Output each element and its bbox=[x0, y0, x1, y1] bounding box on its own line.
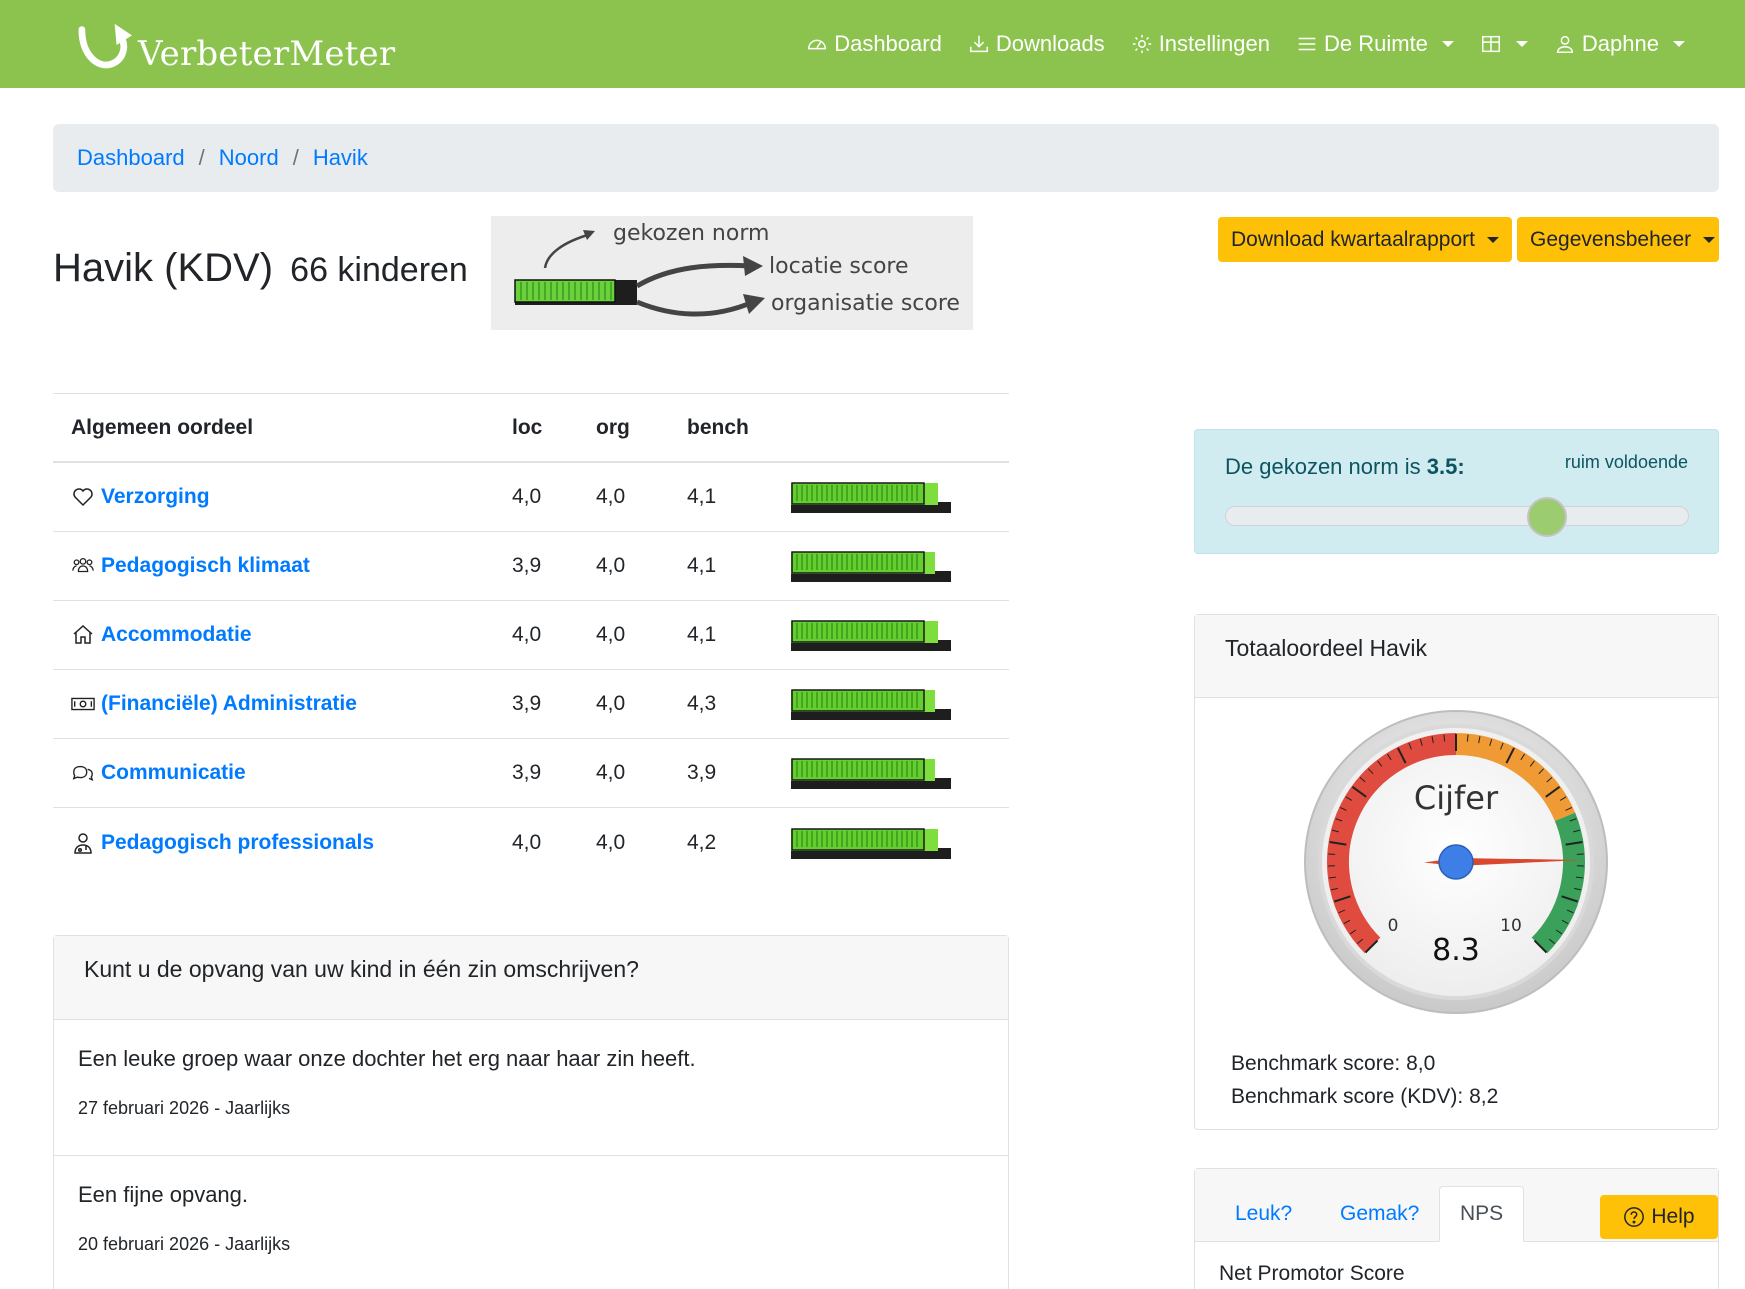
nav-grid-dropdown[interactable] bbox=[1480, 33, 1528, 55]
speedometer-icon bbox=[808, 39, 827, 50]
score-bar bbox=[791, 827, 991, 859]
score-bar bbox=[791, 619, 991, 651]
nav-dashboard[interactable]: Dashboard bbox=[806, 31, 942, 57]
category-link-accommodatie[interactable]: Accommodatie bbox=[101, 623, 252, 647]
chevron-down-icon bbox=[1441, 41, 1454, 47]
score-bar bbox=[791, 688, 991, 720]
score-bar bbox=[791, 550, 991, 582]
nav-settings[interactable]: Instellingen bbox=[1131, 31, 1270, 57]
category-link-verzorging[interactable]: Verzorging bbox=[101, 485, 210, 509]
score-bar bbox=[791, 757, 991, 789]
gauge-value: 8.3 bbox=[1432, 933, 1480, 968]
category-link-administratie[interactable]: (Financiële) Administratie bbox=[101, 692, 357, 716]
legend-norm: gekozen norm bbox=[613, 221, 769, 246]
nav-user-dropdown[interactable]: Daphne bbox=[1554, 31, 1685, 57]
grid-icon bbox=[1481, 35, 1500, 53]
table-row: Verzorging 4,0 4,0 4,1 bbox=[53, 463, 1009, 532]
category-link-pedagogisch-klimaat[interactable]: Pedagogisch klimaat bbox=[101, 554, 310, 578]
gauge-label: Cijfer bbox=[1414, 779, 1499, 817]
legend-location: locatie score bbox=[769, 254, 909, 279]
user-icon bbox=[1556, 35, 1573, 53]
open-question-card: Kunt u de opvang van uw kind in één zin … bbox=[53, 935, 1009, 1289]
brand-name: VerbeterMeter bbox=[138, 34, 396, 74]
breadcrumb-noord[interactable]: Noord bbox=[219, 145, 279, 171]
chevron-down-icon bbox=[1673, 41, 1685, 47]
score-gauge: Cijfer 0 10 8.3 bbox=[1304, 710, 1608, 1014]
house-icon bbox=[73, 624, 93, 644]
breadcrumb-havik[interactable]: Havik bbox=[313, 145, 368, 171]
benchmark-score: Benchmark score: 8,0 bbox=[1231, 1052, 1436, 1075]
category-link-pedagogisch-professionals[interactable]: Pedagogisch professionals bbox=[101, 831, 374, 855]
table-row: Communicatie 3,9 4,0 3,9 bbox=[53, 739, 1009, 808]
score-bar bbox=[791, 481, 991, 513]
tab-gemak[interactable]: Gemak? bbox=[1320, 1186, 1439, 1242]
children-count: 66 kinderen bbox=[290, 251, 468, 289]
benchmark-score-kdv: Benchmark score (KDV): 8,2 bbox=[1231, 1085, 1499, 1108]
answer-meta: 27 februari 2026 - Jaarlijks bbox=[78, 1098, 291, 1118]
nav-downloads[interactable]: Downloads bbox=[968, 31, 1105, 57]
help-button[interactable]: Help bbox=[1600, 1195, 1718, 1239]
benchmark-scores: Benchmark score: 8,0 Benchmark score (KD… bbox=[1231, 1047, 1498, 1113]
answer-text: Een leuke groep waar onze dochter het er… bbox=[78, 1046, 696, 1071]
score-legend-image: gekozen norm locatie score organisatie s… bbox=[491, 216, 973, 330]
tab-nps[interactable]: NPS bbox=[1439, 1186, 1525, 1242]
table-header: Algemeen oordeel loc org bench bbox=[53, 393, 1009, 463]
cash-icon bbox=[71, 697, 95, 711]
logo-icon bbox=[78, 23, 132, 69]
legend-organisation: organisatie score bbox=[771, 291, 960, 316]
nps-title: Net Promotor Score bbox=[1219, 1262, 1405, 1285]
download-report-button[interactable]: Download kwartaalrapport bbox=[1218, 217, 1512, 262]
people-icon bbox=[72, 557, 94, 573]
gauge-max: 10 bbox=[1500, 916, 1522, 936]
professional-icon bbox=[74, 832, 92, 854]
norm-slider[interactable] bbox=[1225, 497, 1689, 537]
heart-icon bbox=[73, 488, 93, 507]
chevron-down-icon bbox=[1703, 236, 1716, 243]
list-item: Een leuke groep waar onze dochter het er… bbox=[54, 1020, 1008, 1156]
download-icon bbox=[969, 35, 988, 53]
gauge-min: 0 bbox=[1388, 916, 1399, 936]
breadcrumb-dashboard[interactable]: Dashboard bbox=[77, 145, 185, 171]
brand-logo[interactable]: VerbeterMeter bbox=[76, 18, 395, 74]
tab-leuk[interactable]: Leuk? bbox=[1215, 1186, 1312, 1242]
norm-slider-handle[interactable] bbox=[1527, 497, 1568, 537]
list-item: Een fijne opvang. 20 februari 2026 - Jaa… bbox=[54, 1156, 1008, 1289]
navbar: VerbeterMeter Dashboard Downloads Instel… bbox=[0, 0, 1745, 88]
question-title: Kunt u de opvang van uw kind in één zin … bbox=[54, 936, 1008, 1020]
list-icon bbox=[1298, 37, 1316, 51]
chevron-down-icon bbox=[1515, 41, 1528, 47]
norm-selector: De gekozen norm is 3.5: ruim voldoende bbox=[1194, 429, 1719, 554]
norm-label: De gekozen norm is bbox=[1225, 454, 1421, 479]
total-score-card: Totaaloordeel Havik Cijfer 0 10 8.3 Benc… bbox=[1194, 614, 1719, 1130]
chat-icon bbox=[72, 765, 94, 781]
answer-meta: 20 februari 2026 - Jaarlijks bbox=[78, 1234, 291, 1254]
table-row: Pedagogisch klimaat 3,9 4,0 4,1 bbox=[53, 532, 1009, 601]
table-row: (Financiële) Administratie 3,9 4,0 4,3 bbox=[53, 670, 1009, 739]
chevron-down-icon bbox=[1486, 236, 1499, 243]
score-table: Algemeen oordeel loc org bench Verzorgin… bbox=[53, 393, 1009, 877]
data-management-button[interactable]: Gegevensbeheer bbox=[1517, 217, 1719, 262]
category-link-communicatie[interactable]: Communicatie bbox=[101, 761, 246, 785]
norm-value: 3.5: bbox=[1426, 454, 1465, 479]
gear-icon bbox=[1132, 34, 1151, 54]
table-row: Accommodatie 4,0 4,0 4,1 bbox=[53, 601, 1009, 670]
page-title: Havik (KDV) 66 kinderen bbox=[53, 246, 468, 290]
breadcrumb: Dashboard / Noord / Havik bbox=[53, 124, 1719, 192]
nav-space-dropdown[interactable]: De Ruimte bbox=[1296, 31, 1454, 57]
question-circle-icon bbox=[1624, 1207, 1645, 1227]
total-title: Totaaloordeel Havik bbox=[1195, 615, 1718, 698]
table-row: Pedagogisch professionals 4,0 4,0 4,2 bbox=[53, 808, 1009, 877]
norm-level: ruim voldoende bbox=[1564, 452, 1688, 472]
answer-text: Een fijne opvang. bbox=[78, 1182, 249, 1207]
